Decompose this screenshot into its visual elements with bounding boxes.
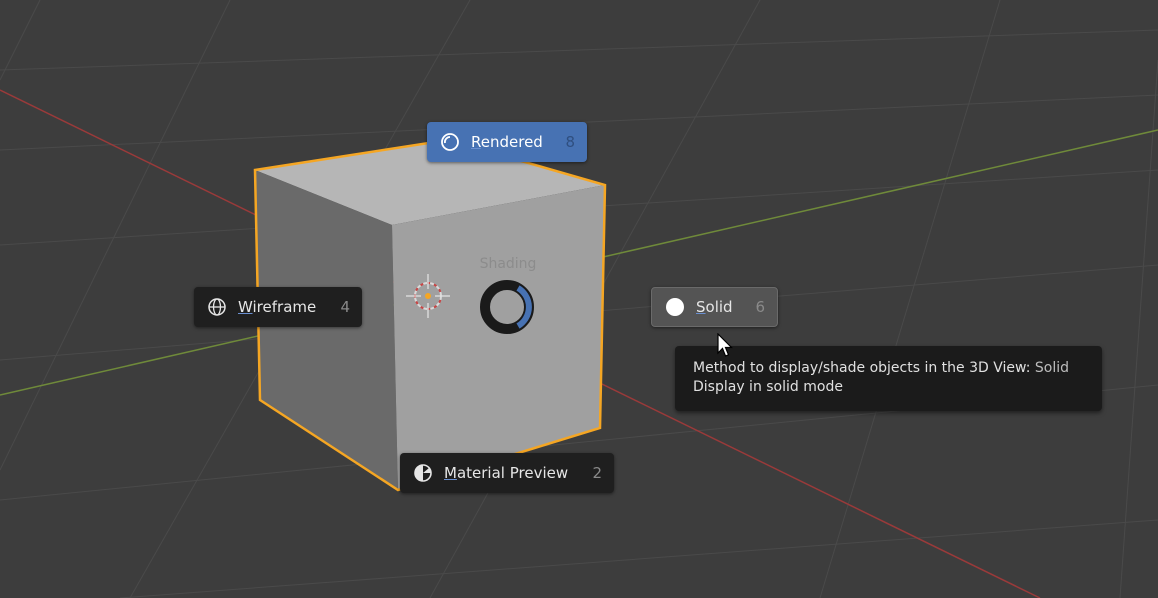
cube-front-face: [392, 185, 605, 490]
3d-viewport[interactable]: [0, 0, 1158, 598]
rendered-sphere-icon: [439, 131, 461, 153]
material-preview-shading-button[interactable]: Material Preview 2: [400, 453, 614, 493]
pie-menu-title: Shading: [479, 256, 537, 272]
object-origin-dot: [425, 293, 431, 299]
solid-label: Solid: [696, 298, 733, 316]
wireframe-globe-icon: [206, 296, 228, 318]
shading-tooltip: Method to display/shade objects in the 3…: [675, 346, 1102, 411]
solid-shading-button[interactable]: Solid 6: [651, 287, 778, 327]
material-preview-icon: [412, 462, 434, 484]
material-preview-label: Material Preview: [444, 464, 569, 482]
tooltip-description: Method to display/shade objects in the 3…: [693, 360, 1031, 376]
rendered-shading-button[interactable]: Rendered 8: [427, 122, 587, 162]
tooltip-detail: Display in solid mode: [693, 379, 843, 395]
wireframe-label: Wireframe: [238, 298, 317, 316]
material-preview-shortcut: 2: [592, 464, 602, 482]
mouse-pointer-icon: [717, 333, 733, 357]
tooltip-line-1: Method to display/shade objects in the 3…: [693, 359, 1084, 378]
solid-circle-icon: [664, 296, 686, 318]
wireframe-shortcut: 4: [340, 298, 350, 316]
solid-shortcut: 6: [755, 298, 765, 316]
rendered-label: Rendered: [471, 133, 543, 151]
tooltip-value: Solid: [1034, 360, 1069, 376]
wireframe-shading-button[interactable]: Wireframe 4: [194, 287, 362, 327]
rendered-shortcut: 8: [565, 133, 575, 151]
